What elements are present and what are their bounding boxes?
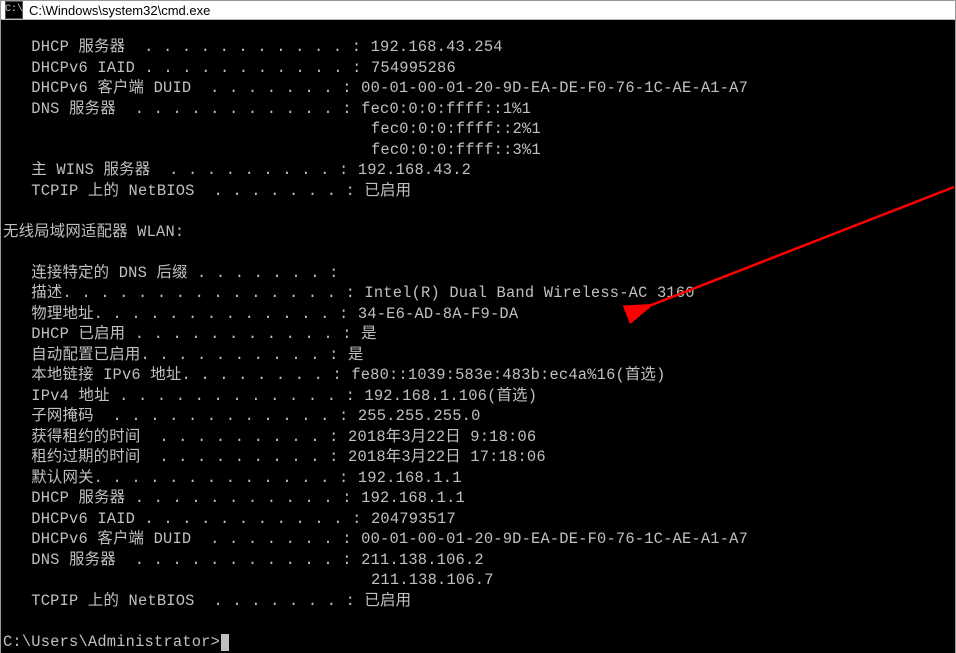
cmd-icon: C:\ — [5, 1, 23, 19]
cursor — [221, 634, 229, 651]
terminal-area[interactable]: DHCP 服务器 . . . . . . . . . . . : 192.168… — [1, 20, 955, 653]
cmd-window: C:\ C:\Windows\system32\cmd.exe DHCP 服务器… — [0, 0, 956, 653]
terminal-output: DHCP 服务器 . . . . . . . . . . . : 192.168… — [3, 37, 953, 652]
window-title: C:\Windows\system32\cmd.exe — [29, 3, 210, 18]
titlebar[interactable]: C:\ C:\Windows\system32\cmd.exe — [1, 1, 955, 20]
